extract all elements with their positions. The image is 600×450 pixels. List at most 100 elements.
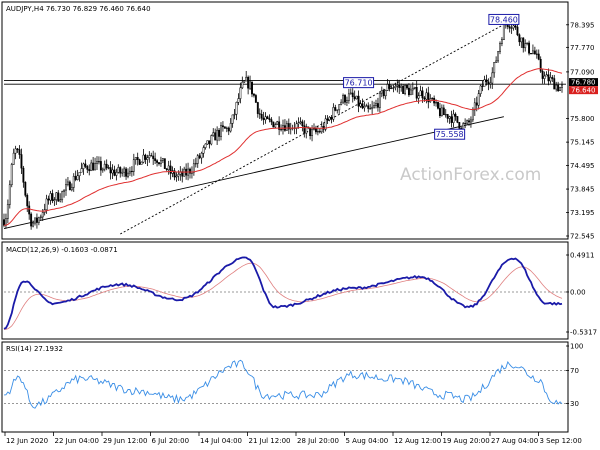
- candle-body: [88, 169, 91, 172]
- candle-body: [225, 127, 228, 129]
- candle-body: [125, 168, 128, 177]
- candle-body: [256, 102, 259, 114]
- candle-body: [551, 77, 554, 79]
- candle-body: [481, 85, 484, 87]
- candle-body: [518, 34, 521, 43]
- candle-body: [388, 84, 391, 89]
- candle-body: [134, 157, 137, 161]
- candle-body: [299, 121, 302, 123]
- candle-body: [22, 167, 25, 183]
- candle-body: [454, 113, 457, 117]
- candle-body: [142, 154, 145, 163]
- candle-body: [18, 149, 21, 155]
- candle-body: [231, 114, 234, 124]
- candle-body: [349, 92, 352, 95]
- candle-body: [435, 102, 438, 104]
- candle-body: [169, 165, 172, 174]
- candle-body: [280, 129, 283, 131]
- candle-body: [163, 158, 166, 169]
- candle-body: [477, 93, 480, 106]
- candle-body: [344, 95, 346, 103]
- candle-body: [371, 106, 374, 109]
- macd-axis-label: -0.5317: [570, 329, 597, 337]
- candle-body: [314, 128, 317, 133]
- candle-body: [158, 162, 160, 165]
- candle-body: [53, 199, 56, 202]
- price-axis-label: 78.395: [570, 21, 595, 29]
- candle-body: [105, 163, 108, 169]
- price-box-label: 76.780: [571, 79, 596, 87]
- candle-body: [545, 74, 548, 77]
- price-axis-label: 77.090: [570, 68, 595, 76]
- candle-body: [92, 162, 95, 171]
- time-axis-label: 6 Jul 20:00: [152, 437, 190, 445]
- candle-body: [258, 113, 261, 115]
- candle-body: [531, 50, 534, 54]
- candle-body: [6, 204, 9, 219]
- candle-body: [57, 192, 60, 202]
- candle-body: [113, 169, 116, 176]
- candle-body: [483, 79, 486, 87]
- candle-body: [96, 161, 98, 164]
- candle-body: [413, 87, 416, 89]
- candle-body: [309, 127, 312, 136]
- candle-body: [235, 102, 238, 115]
- candle-body: [448, 116, 451, 119]
- candle-body: [390, 87, 393, 89]
- candle-body: [107, 167, 110, 169]
- candle-body: [202, 147, 205, 154]
- macd-axis-label: 0.4911: [570, 252, 595, 260]
- candle-body: [485, 79, 488, 83]
- candle-body: [206, 140, 209, 145]
- candle-body: [247, 76, 250, 89]
- candle-body: [516, 26, 519, 36]
- macd-panel-title: MACD(12,26,9) -0.1603 -0.0871: [6, 246, 118, 254]
- candle-body: [61, 191, 64, 200]
- price-axis-label: 77.770: [570, 44, 595, 52]
- candle-body: [402, 85, 405, 94]
- candle-body: [218, 129, 221, 137]
- candle-body: [39, 216, 42, 219]
- candle-body: [514, 25, 517, 28]
- candle-body: [196, 155, 199, 164]
- candle-body: [49, 193, 52, 201]
- rsi-axis-label: 100: [570, 343, 583, 351]
- candle-body: [221, 125, 224, 128]
- candle-body: [502, 24, 505, 40]
- candle-body: [442, 107, 445, 116]
- candle-body: [239, 87, 242, 99]
- time-axis-label: 21 Jul 12:00: [249, 437, 291, 445]
- candle-body: [398, 85, 401, 88]
- candle-body: [55, 192, 58, 200]
- candle-body: [380, 90, 383, 94]
- candle-body: [425, 92, 428, 100]
- candle-body: [533, 50, 536, 55]
- candle-body: [16, 148, 19, 150]
- time-axis-label: 27 Aug 04:00: [491, 437, 538, 445]
- candle-body: [4, 218, 7, 226]
- candle-body: [330, 116, 333, 120]
- candle-body: [198, 155, 201, 159]
- candle-body: [12, 152, 15, 165]
- candle-body: [512, 25, 515, 29]
- candle-body: [210, 135, 213, 145]
- candle-body: [103, 163, 106, 170]
- candle-body: [252, 93, 255, 96]
- candle-body: [421, 90, 424, 99]
- candle-body: [101, 168, 104, 171]
- candle-body: [526, 42, 529, 44]
- candle-body: [392, 87, 395, 89]
- candle-body: [419, 90, 422, 96]
- candle-body: [20, 154, 23, 169]
- annotation-label: 78.460: [490, 15, 518, 24]
- candle-body: [559, 87, 562, 92]
- candle-body: [543, 75, 546, 79]
- candle-body: [90, 162, 93, 172]
- candle-body: [363, 106, 366, 109]
- time-axis-label: 5 Aug 04:00: [346, 437, 389, 445]
- candle-body: [140, 161, 143, 165]
- candle-body: [438, 108, 441, 117]
- candle-body: [229, 123, 232, 132]
- time-axis-label: 12 Jun 2020: [6, 437, 48, 445]
- candle-body: [475, 102, 478, 106]
